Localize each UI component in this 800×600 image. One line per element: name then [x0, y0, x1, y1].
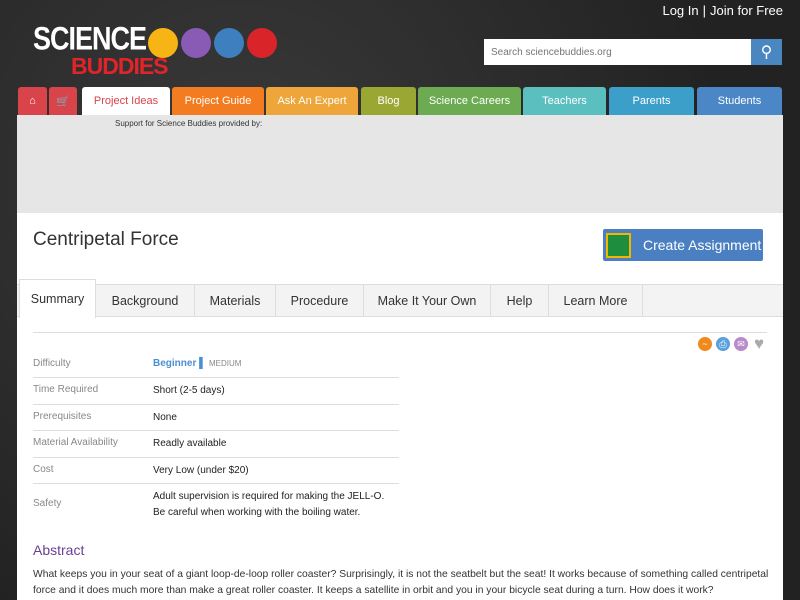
- tabs: Summary Background Materials Procedure M…: [17, 279, 783, 318]
- row-label: Prerequisites: [33, 411, 92, 422]
- cart-icon: 🛒: [56, 95, 70, 108]
- row-value: Short (2-5 days): [153, 385, 225, 396]
- row-value: Very Low (under $20): [153, 465, 249, 476]
- tab-materials[interactable]: Materials: [195, 285, 276, 316]
- ad-area: Support for Science Buddies provided by:: [17, 115, 783, 213]
- tab-learn-more[interactable]: Learn More: [549, 285, 643, 316]
- google-classroom-icon: [606, 232, 631, 258]
- summary-row-material: Material Availability Readly available: [33, 431, 399, 458]
- search-button[interactable]: ⚲: [751, 39, 782, 65]
- nav-project-ideas[interactable]: Project Ideas: [82, 87, 170, 115]
- home-icon: ⌂: [29, 95, 36, 107]
- separator: |: [702, 3, 707, 18]
- row-value: None: [153, 412, 177, 423]
- search-input[interactable]: [484, 39, 751, 65]
- nav-project-guide[interactable]: Project Guide: [172, 87, 264, 115]
- nav-students[interactable]: Students: [697, 87, 782, 115]
- row-label: Safety: [33, 498, 62, 509]
- row-label: Material Availability: [33, 437, 118, 448]
- support-text: Support for Science Buddies provided by:: [115, 119, 263, 128]
- nav-teachers[interactable]: Teachers: [523, 87, 606, 115]
- rocket-icon: [247, 28, 277, 58]
- abstract-heading: Abstract: [33, 542, 85, 558]
- summary-row-safety: Safety Adult supervision is required for …: [33, 484, 399, 524]
- top-links: Log In | Join for Free: [662, 3, 783, 18]
- create-assignment-button[interactable]: Create Assignment: [603, 229, 763, 261]
- row-value: Readly available: [153, 438, 227, 449]
- tab-procedure[interactable]: Procedure: [276, 285, 364, 316]
- tab-help[interactable]: Help: [491, 285, 549, 316]
- favorite-heart-icon[interactable]: ♥: [752, 334, 766, 353]
- home-button[interactable]: ⌂: [18, 87, 47, 115]
- summary-row-prerequisites: Prerequisites None: [33, 405, 399, 431]
- rss-icon[interactable]: ~: [698, 337, 712, 351]
- row-value: Adult supervision is required for making…: [153, 491, 385, 518]
- nav-blog[interactable]: Blog: [361, 87, 416, 115]
- logo-icons: [148, 28, 277, 58]
- difficulty-level: MEDIUM: [209, 359, 242, 368]
- row-label: Difficulty: [33, 358, 71, 369]
- create-assignment-label: Create Assignment: [643, 237, 762, 253]
- print-icon[interactable]: ⎙: [716, 337, 730, 351]
- row-label: Cost: [33, 464, 54, 475]
- sun-icon: [148, 28, 178, 58]
- summary-row-time: Time Required Short (2-5 days): [33, 378, 399, 405]
- cart-button[interactable]: 🛒: [49, 87, 77, 115]
- tab-summary[interactable]: Summary: [19, 279, 96, 318]
- email-icon[interactable]: ✉: [734, 337, 748, 351]
- nav-science-careers[interactable]: Science Careers: [418, 87, 521, 115]
- divider: [33, 332, 767, 333]
- tab-background[interactable]: Background: [96, 285, 195, 316]
- share-icons: ~ ⎙ ✉ ♥: [698, 334, 766, 353]
- search-icon: ⚲: [760, 44, 773, 61]
- abstract-text: What keeps you in your seat of a giant l…: [33, 569, 769, 596]
- summary-row-cost: Cost Very Low (under $20): [33, 458, 399, 484]
- planet-icon: [181, 28, 211, 58]
- tab-make-it-your-own[interactable]: Make It Your Own: [364, 285, 491, 316]
- nav-parents[interactable]: Parents: [609, 87, 694, 115]
- page-title: Centripetal Force: [33, 229, 179, 250]
- login-link[interactable]: Log In: [662, 3, 698, 18]
- nav-ask-an-expert[interactable]: Ask An Expert: [266, 87, 358, 115]
- difficulty-value[interactable]: Beginner: [153, 358, 196, 369]
- summary-row-difficulty: Difficulty Beginner ▌ MEDIUM: [33, 352, 399, 378]
- row-label: Time Required: [33, 384, 99, 395]
- join-link[interactable]: Join for Free: [710, 3, 783, 18]
- dna-icon: [214, 28, 244, 58]
- difficulty-bars-icon: ▌: [199, 358, 207, 369]
